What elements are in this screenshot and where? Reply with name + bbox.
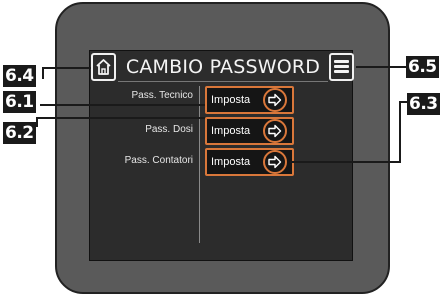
callout-6-5: 6.5 xyxy=(406,56,439,78)
set-button-label: Imposta xyxy=(211,125,251,137)
callout-6-4: 6.4 xyxy=(3,65,36,87)
manual-figure: CAMBIO PASSWORD Pass. Tecnico Imposta Pa… xyxy=(0,0,443,298)
set-pass-dosi-button[interactable]: Imposta xyxy=(205,117,294,145)
column-divider xyxy=(199,86,200,243)
callout-leader xyxy=(290,161,401,163)
home-button[interactable] xyxy=(91,53,116,81)
callout-6-1: 6.1 xyxy=(3,91,36,113)
header-divider xyxy=(118,81,328,82)
hamburger-menu-icon-bar xyxy=(334,70,349,73)
callout-leader xyxy=(40,104,205,106)
callout-leader xyxy=(399,101,401,163)
set-button-label: Imposta xyxy=(211,156,251,168)
callout-6-3: 6.3 xyxy=(407,93,440,115)
callout-leader xyxy=(42,67,91,69)
set-button-label: Imposta xyxy=(211,94,251,106)
row-label-pass-tecnico: Pass. Tecnico xyxy=(131,90,193,101)
page-title: CAMBIO PASSWORD xyxy=(125,56,321,78)
arrow-right-icon xyxy=(263,150,287,174)
home-icon xyxy=(96,59,111,75)
hamburger-menu-icon xyxy=(334,60,349,63)
row-label-pass-contatori: Pass. Contatori xyxy=(124,155,193,166)
set-pass-tecnico-button[interactable]: Imposta xyxy=(205,86,294,114)
callout-6-2: 6.2 xyxy=(3,122,36,144)
arrow-right-icon xyxy=(263,88,287,112)
set-pass-contatori-button[interactable]: Imposta xyxy=(205,148,294,176)
hamburger-menu-icon-bar xyxy=(334,65,349,68)
row-label-pass-dosi: Pass. Dosi xyxy=(145,124,193,135)
menu-button[interactable] xyxy=(329,53,354,81)
callout-leader xyxy=(36,117,205,119)
callout-leader xyxy=(356,66,406,68)
arrow-right-icon xyxy=(263,119,287,143)
